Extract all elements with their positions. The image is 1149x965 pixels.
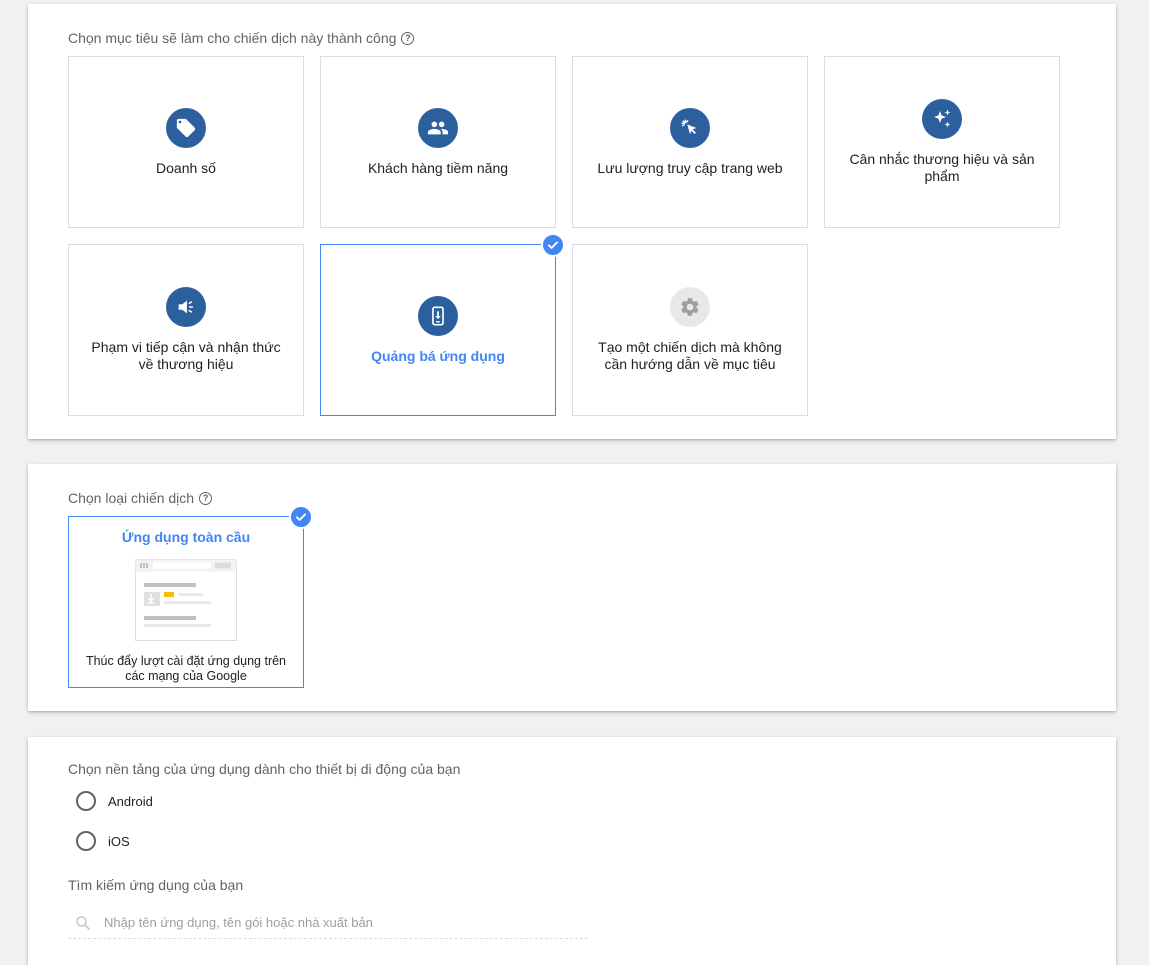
goal-label: Lưu lượng truy cập trang web xyxy=(597,159,783,176)
goal-reach-awareness[interactable]: Phạm vi tiếp cận và nhận thức về thương … xyxy=(68,244,304,416)
goal-label: Quảng bá ứng dụng xyxy=(371,347,505,364)
goals-section-title: Chọn mục tiêu sẽ làm cho chiến dịch này … xyxy=(68,30,415,46)
tag-icon xyxy=(166,107,206,148)
goal-no-guidance[interactable]: Tạo một chiến dịch mà không cần hướng dẫ… xyxy=(572,244,808,416)
campaign-type-description: Thúc đẩy lượt cài đặt ứng dụng trên các … xyxy=(85,654,287,683)
goal-label: Khách hàng tiềm năng xyxy=(367,159,509,176)
platform-section-title: Chọn nền tảng của ứng dụng dành cho thiế… xyxy=(68,761,460,777)
goal-label: Cân nhắc thương hiệu và sản phẩm xyxy=(849,151,1035,184)
radio-button[interactable] xyxy=(76,831,96,851)
campaign-type-title: Ứng dụng toàn cầu xyxy=(121,529,251,545)
campaign-type-title-text: Chọn loại chiến dịch xyxy=(68,490,195,506)
app-search-input[interactable] xyxy=(104,915,564,930)
gear-icon xyxy=(670,287,710,327)
platform-card: Chọn nền tảng của ứng dụng dành cho thiế… xyxy=(28,737,1116,965)
phone-download-icon xyxy=(418,295,458,336)
radio-label-ios: iOS xyxy=(108,833,130,849)
help-icon[interactable]: ? xyxy=(401,31,415,45)
goals-card: Chọn mục tiêu sẽ làm cho chiến dịch này … xyxy=(28,4,1116,439)
cursor-click-icon xyxy=(670,107,710,148)
radio-ios[interactable]: iOS xyxy=(76,831,130,851)
selected-check-icon xyxy=(541,233,565,257)
radio-button[interactable] xyxy=(76,791,96,811)
search-icon xyxy=(74,914,92,932)
sparkle-icon xyxy=(922,99,962,139)
goal-website-traffic[interactable]: Lưu lượng truy cập trang web xyxy=(572,56,808,228)
megaphone-icon xyxy=(166,287,206,327)
people-icon xyxy=(418,107,458,148)
goals-title-text: Chọn mục tiêu sẽ làm cho chiến dịch này … xyxy=(68,30,397,46)
goal-label: Doanh số xyxy=(156,159,216,176)
goal-leads[interactable]: Khách hàng tiềm năng xyxy=(320,56,556,228)
campaign-type-universal-app[interactable]: Ứng dụng toàn cầu Thúc đẩy lượt cài đặt … xyxy=(68,516,304,688)
selected-check-icon xyxy=(289,505,313,529)
app-search-field[interactable] xyxy=(68,907,588,939)
campaign-type-card: Chọn loại chiến dịch ? Ứng dụng toàn cầu xyxy=(28,464,1116,711)
goal-label: Tạo một chiến dịch mà không cần hướng dẫ… xyxy=(598,339,782,372)
goal-app-promotion[interactable]: Quảng bá ứng dụng xyxy=(320,244,556,416)
goal-sales[interactable]: Doanh số xyxy=(68,56,304,228)
platform-title-text: Chọn nền tảng của ứng dụng dành cho thiế… xyxy=(68,761,461,777)
search-app-label: Tìm kiếm ứng dụng của bạn xyxy=(68,877,243,893)
goal-label: Phạm vi tiếp cận và nhận thức về thương … xyxy=(91,339,281,372)
help-icon[interactable]: ? xyxy=(199,491,213,505)
radio-android[interactable]: Android xyxy=(76,791,153,811)
radio-label-android: Android xyxy=(108,793,153,809)
app-illustration xyxy=(135,559,237,646)
goal-brand-consideration[interactable]: Cân nhắc thương hiệu và sản phẩm xyxy=(824,56,1060,228)
campaign-type-section-title: Chọn loại chiến dịch ? xyxy=(68,490,213,506)
search-app-label-text: Tìm kiếm ứng dụng của bạn xyxy=(68,877,244,893)
